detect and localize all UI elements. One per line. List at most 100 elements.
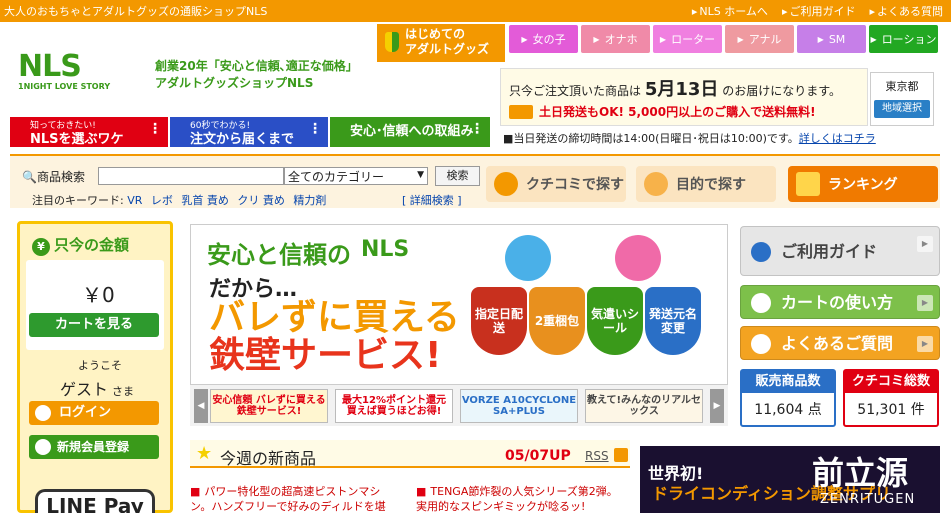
tab-why-nls[interactable]: 知っておきたい! NLSを選ぶワケ — [10, 117, 168, 147]
region-select-button[interactable]: 地域選択 — [874, 100, 930, 118]
thumb-1[interactable]: 安心信頼 バレずに買える鉄壁サービス! — [210, 389, 328, 423]
cart-how-button[interactable]: カートの使い方 — [740, 285, 940, 319]
keyword-link[interactable]: クリ 責め — [237, 194, 285, 207]
view-cart-button[interactable]: カートを見る — [29, 313, 159, 337]
link-faq[interactable]: よくある質問 — [869, 3, 943, 19]
banner-text3: バレずに買える — [209, 297, 460, 338]
linepay-banner[interactable]: LINE Pay — [35, 489, 155, 513]
register-label: 新規会員登録 — [57, 440, 130, 454]
stat-reviews-label: クチコミ総数 — [845, 371, 937, 393]
search-input[interactable] — [98, 167, 284, 185]
new-item[interactable]: TENGA節炸裂の人気シリーズ第2弾。実用的なスピンギミックが唸るッ! — [416, 484, 626, 513]
cutoff-link[interactable]: 詳しくはコチラ — [799, 132, 876, 145]
blue-figure-icon — [505, 235, 551, 281]
guide-button[interactable]: ご利用ガイド — [740, 226, 940, 276]
delivery-pre: 只今ご注文頂いた商品は — [509, 84, 642, 98]
zen-text4: ZENRITUGEN — [820, 492, 916, 507]
banner-text4: 鉄壁サービス! — [209, 335, 442, 376]
shield-packing: 2重梱包 — [529, 287, 585, 355]
cart-icon — [751, 293, 771, 313]
tagline: 大人のおもちゃとアダルトグッズの通販ショップNLS — [4, 5, 268, 18]
keyword-link[interactable]: 精力剤 — [293, 194, 326, 207]
category-girls[interactable]: 女の子 — [509, 25, 578, 53]
info-icon — [751, 242, 771, 262]
faq-label: よくあるご質問 — [781, 334, 894, 353]
faq-button[interactable]: よくあるご質問 — [740, 326, 940, 360]
kuchikomi-search-button[interactable]: クチコミで探す — [486, 166, 626, 202]
question-icon — [751, 334, 771, 354]
purpose-label: 目的で探す — [676, 177, 746, 193]
zen-text3: 前立源 — [812, 454, 909, 492]
crown-icon — [796, 172, 820, 196]
stat-items-value: 11,604 点 — [754, 402, 822, 418]
beginner-link[interactable]: はじめての アダルトグッズ — [377, 24, 505, 62]
shield-delivery: 指定日配送 — [471, 287, 527, 355]
purpose-search-button[interactable]: 目的で探す — [636, 166, 776, 202]
beginner-line2: アダルトグッズ — [405, 42, 490, 56]
category-rotor[interactable]: ローター — [653, 25, 722, 53]
keywords: 注目のキーワード: VR レボ 乳首 責め クリ 責め 精力剤 — [32, 192, 331, 208]
yen-icon: ¥ — [32, 238, 50, 256]
shield-sender: 発送元名変更 — [645, 287, 701, 355]
truck-icon — [509, 105, 533, 119]
tab-order-flow[interactable]: 60秒でわかる! 注文から届くまで — [170, 117, 328, 147]
link-home[interactable]: NLS ホームへ — [692, 3, 768, 19]
welcome-text: ようこそ — [78, 359, 122, 372]
delivery-line: 只今ご注文頂いた商品は 5月13日 のお届けになります。 — [509, 75, 841, 101]
arrow-icon — [35, 405, 51, 421]
new-items-title: 今週の新商品 — [220, 449, 317, 468]
tab-trust-label: 安心･信頼への取組み — [350, 124, 474, 139]
banner-thumbnails: ◀ 安心信頼 バレずに買える鉄壁サービス! 最大12%ポイント還元 買えば買うほ… — [190, 384, 728, 426]
keyword-link[interactable]: レボ — [151, 194, 173, 207]
top-bar: 大人のおもちゃとアダルトグッズの通販ショップNLS NLS ホームへ ご利用ガイ… — [0, 0, 951, 22]
star-icon: ★ — [196, 443, 213, 464]
logo-sub: 1NIGHT LOVE STORY — [18, 82, 111, 91]
guest-name: ゲスト さま — [60, 376, 134, 400]
logo-text: NLS — [18, 49, 82, 84]
keyword-link[interactable]: VR — [127, 194, 142, 207]
search-label-text: 商品検索 — [36, 170, 85, 184]
category-select[interactable]: 全てのカテゴリー — [284, 167, 428, 185]
next-arrow-icon[interactable]: ▶ — [710, 389, 724, 423]
thumb-3[interactable]: VORZE A10CYCLONE SA+PLUS — [460, 389, 578, 423]
stat-reviews: クチコミ総数 51,301 件 — [843, 369, 939, 427]
banner-text1: 安心と信頼の — [207, 241, 351, 269]
thumb-4[interactable]: 教えて!みんなのリアルセックス — [585, 389, 703, 423]
category-lotion[interactable]: ローション — [869, 25, 938, 53]
prev-arrow-icon[interactable]: ◀ — [194, 389, 208, 423]
rss-link[interactable]: RSS — [585, 449, 609, 463]
search-button[interactable]: 検索 — [435, 166, 480, 186]
region-box: 東京都 地域選択 — [870, 72, 934, 126]
new-items-date: 05/07UP — [505, 448, 571, 464]
login-label: ログイン — [59, 405, 112, 420]
zenritugen-banner[interactable]: 世界初! ドライコンディション調整サプリ 前立源 ZENRITUGEN — [640, 446, 940, 513]
cart-panel: ¥ 只今の金額 ￥0 カートを見る ようこそ ゲスト さま ログイン 新規会員登録 … — [17, 221, 173, 513]
free-shipping: 土日発送もOK! 5,000円以上のご購入で送料無料! — [539, 105, 816, 119]
ranking-button[interactable]: ランキング — [788, 166, 938, 202]
kuchikomi-label: クチコミで探す — [526, 177, 624, 193]
ranking-label: ランキング — [828, 177, 898, 193]
link-guide[interactable]: ご利用ガイド — [782, 3, 855, 19]
category-onahole[interactable]: オナホ — [581, 25, 650, 53]
catch-line2: アダルトグッズショップNLS — [155, 76, 314, 90]
stat-items: 販売商品数 11,604 点 — [740, 369, 836, 427]
thumb-2[interactable]: 最大12%ポイント還元 買えば買うほどお得! — [335, 389, 453, 423]
speech-icon — [494, 172, 518, 196]
category-anal[interactable]: アナル — [725, 25, 794, 53]
site-logo[interactable]: NLS 1NIGHT LOVE STORY — [18, 52, 142, 96]
cart-title-text: 只今の金額 — [54, 236, 130, 254]
detail-search-link[interactable]: [ 詳細検索 ] — [402, 192, 462, 208]
new-item[interactable]: パワー特化型の超高速ピストンマシン。ハンズフリーで好みのディルドを堪 — [190, 484, 400, 513]
category-sm[interactable]: SM — [797, 25, 866, 53]
cart-title: ¥ 只今の金額 — [32, 234, 129, 256]
guest-honorific: さま — [112, 385, 135, 398]
new-items-header: ★ 今週の新商品 05/07UP RSS — [190, 440, 630, 468]
tab-trust[interactable]: 安心･信頼への取組み — [330, 117, 490, 147]
cutoff-text: ■当日発送の締切時間は14:00(日曜日･祝日は10:00)です。 — [503, 132, 799, 145]
pink-figure-icon — [615, 235, 661, 281]
cart-amount: ￥0 — [82, 283, 115, 307]
register-button[interactable]: 新規会員登録 — [29, 435, 159, 459]
rss-icon[interactable] — [614, 448, 628, 462]
login-button[interactable]: ログイン — [29, 401, 159, 425]
keyword-link[interactable]: 乳首 責め — [181, 194, 229, 207]
